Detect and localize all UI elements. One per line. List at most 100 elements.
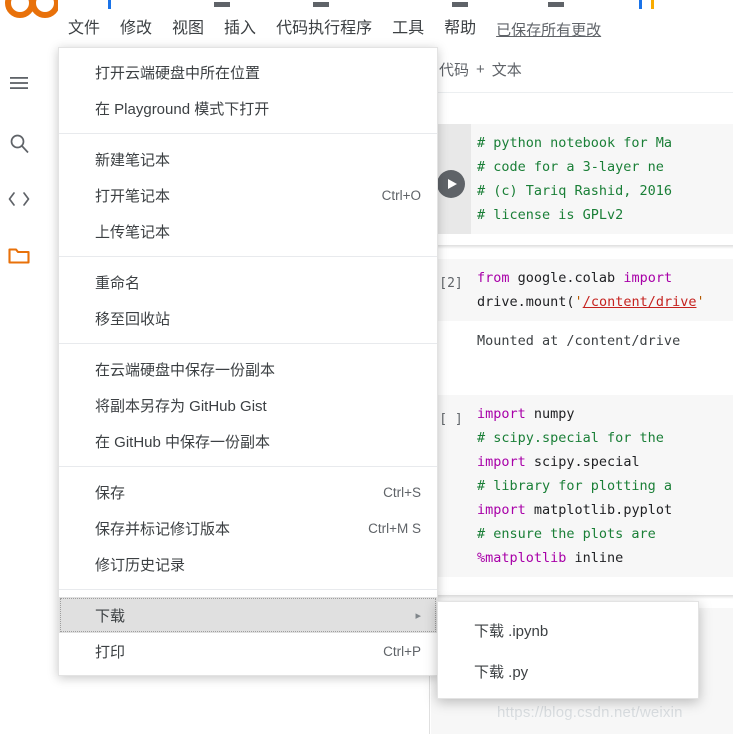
menu-item-label: 在云端硬盘中保存一份副本 xyxy=(95,361,276,379)
menu-help[interactable]: 帮助 xyxy=(434,14,486,44)
menu-item-accelerator: Ctrl+O xyxy=(381,187,421,203)
menu-divider xyxy=(59,589,437,590)
code-token: import xyxy=(477,406,526,422)
code-token: import xyxy=(477,502,526,518)
code-line: # (c) Tariq Rashid, 2016 xyxy=(477,183,673,199)
submenu-item-label: 下载 .py xyxy=(474,664,529,681)
code-token: google.colab xyxy=(509,270,624,286)
code-line: # license is GPLv2 xyxy=(477,207,624,223)
download-submenu: 下载 .ipynb 下载 .py xyxy=(437,601,699,699)
exec-count: [ ] xyxy=(439,412,463,427)
code-cell-1[interactable]: # python notebook for Ma # code for a 3-… xyxy=(431,124,733,234)
menu-item-label: 打开云端硬盘中所在位置 xyxy=(95,64,261,82)
menu-item-save-revision[interactable]: 保存并标记修订版本 Ctrl+M S xyxy=(59,510,437,546)
menu-item-label: 下载 xyxy=(95,607,126,625)
menu-file[interactable]: 文件 xyxy=(58,14,111,44)
code-line: # python notebook for Ma xyxy=(477,135,673,151)
menu-divider xyxy=(59,256,437,257)
menu-edit[interactable]: 修改 xyxy=(110,14,162,44)
code-token: # library for plotting a xyxy=(477,478,673,494)
submenu-arrow-icon: ▸ xyxy=(415,609,421,622)
menu-item-label: 上传笔记本 xyxy=(95,223,171,241)
menu-bar: 文件 修改 视图 插入 代码执行程序 工具 帮助 已保存所有更改 xyxy=(58,12,601,46)
menu-item-move-to-trash[interactable]: 移至回收站 xyxy=(59,300,437,336)
code-token: ' xyxy=(696,294,705,310)
menu-item-label: 在 GitHub 中保存一份副本 xyxy=(95,433,271,451)
code-line: # code for a 3-layer ne xyxy=(477,159,664,175)
menu-item-save-copy-drive[interactable]: 在云端硬盘中保存一份副本 xyxy=(59,351,437,387)
menu-item-label: 打印 xyxy=(95,643,126,661)
plus-icon: + xyxy=(476,61,485,78)
code-token: ' xyxy=(574,294,583,310)
menu-tools[interactable]: 工具 xyxy=(382,14,434,44)
menu-divider xyxy=(59,133,437,134)
menu-item-label: 保存 xyxy=(95,484,126,502)
cell-output: Mounted at /content/drive xyxy=(431,321,733,361)
code-token: drive.mount( xyxy=(477,294,575,310)
code-token: from xyxy=(477,270,510,286)
code-token: matplotlib.pyplot xyxy=(525,502,673,518)
menu-item-download[interactable]: 下载 ▸ xyxy=(59,597,437,633)
menu-item-save-copy-github[interactable]: 在 GitHub 中保存一份副本 xyxy=(59,423,437,459)
menu-item-label: 在 Playground 模式下打开 xyxy=(95,100,270,118)
code-token: numpy xyxy=(525,406,575,422)
submenu-item-label: 下载 .ipynb xyxy=(474,623,549,640)
menu-item-label: 打开笔记本 xyxy=(95,187,171,205)
menu-divider xyxy=(59,343,437,344)
toc-icon[interactable] xyxy=(2,66,36,100)
left-rail xyxy=(0,48,40,734)
menu-item-label: 修订历史记录 xyxy=(95,556,186,574)
colab-window: 文件 修改 视图 插入 代码执行程序 工具 帮助 已保存所有更改 文 ▶ ▶ xyxy=(0,0,733,734)
submenu-item-download-ipynb[interactable]: 下载 .ipynb xyxy=(438,610,698,651)
menu-item-accelerator: Ctrl+P xyxy=(383,643,421,659)
menu-item-label: 保存并标记修订版本 xyxy=(95,520,231,538)
code-link[interactable]: /content/drive xyxy=(583,294,697,310)
menu-view[interactable]: 视图 xyxy=(162,14,214,44)
cell-source[interactable]: import numpy # scipy.special for the imp… xyxy=(471,395,672,577)
menu-item-label: 新建笔记本 xyxy=(95,151,171,169)
menu-item-label: 移至回收站 xyxy=(95,310,171,328)
search-icon[interactable] xyxy=(2,126,36,160)
code-token: import xyxy=(623,270,673,286)
menu-item-upload-notebook[interactable]: 上传笔记本 xyxy=(59,213,437,249)
toolbar-divider xyxy=(431,92,733,93)
code-cell-2[interactable]: [2] from google.colab import drive.mount… xyxy=(431,259,733,361)
menu-divider xyxy=(59,466,437,467)
menu-item-open-notebook[interactable]: 打开笔记本 Ctrl+O xyxy=(59,177,437,213)
add-code-cell-button[interactable]: 代码 xyxy=(439,59,469,80)
code-cell-3[interactable]: [ ] import numpy # scipy.special for the… xyxy=(431,395,733,577)
code-token: # scipy.special for the xyxy=(477,430,664,446)
menu-item-revision-history[interactable]: 修订历史记录 xyxy=(59,546,437,582)
saved-status-label[interactable]: 已保存所有更改 xyxy=(496,19,601,40)
menu-item-open-playground[interactable]: 在 Playground 模式下打开 xyxy=(59,90,437,126)
menu-item-print[interactable]: 打印 Ctrl+P xyxy=(59,633,437,669)
menu-item-label: 重命名 xyxy=(95,274,141,292)
menu-item-rename[interactable]: 重命名 xyxy=(59,264,437,300)
code-token: scipy.special xyxy=(525,454,640,470)
submenu-item-download-py[interactable]: 下载 .py xyxy=(438,651,698,692)
menu-runtime[interactable]: 代码执行程序 xyxy=(266,14,382,44)
files-folder-icon[interactable] xyxy=(2,238,36,272)
menu-item-accelerator: Ctrl+S xyxy=(383,484,421,500)
code-token: # ensure the plots are xyxy=(477,526,656,542)
run-button-icon[interactable] xyxy=(437,170,465,198)
menu-insert[interactable]: 插入 xyxy=(214,14,266,44)
cell-source[interactable]: # python notebook for Ma # code for a 3-… xyxy=(471,124,672,234)
code-snippets-icon[interactable] xyxy=(2,182,36,216)
cell-shadow xyxy=(431,245,733,249)
cell-source[interactable]: from google.colab import drive.mount('/c… xyxy=(471,259,705,321)
code-token: inline xyxy=(566,550,624,566)
add-text-cell-button[interactable]: 文本 xyxy=(492,59,522,80)
menu-item-save-copy-gist[interactable]: 将副本另存为 GitHub Gist xyxy=(59,387,437,423)
menu-item-new-notebook[interactable]: 新建笔记本 xyxy=(59,141,437,177)
menu-item-locate-in-drive[interactable]: 打开云端硬盘中所在位置 xyxy=(59,54,437,90)
menu-item-label: 将副本另存为 GitHub Gist xyxy=(95,397,267,415)
menu-item-save[interactable]: 保存 Ctrl+S xyxy=(59,474,437,510)
code-token: %matplotlib xyxy=(477,550,567,566)
file-menu-dropdown: 打开云端硬盘中所在位置 在 Playground 模式下打开 新建笔记本 打开笔… xyxy=(58,47,438,676)
exec-count: [2] xyxy=(439,276,463,291)
colab-logo-icon[interactable] xyxy=(4,0,60,30)
notebook-toolbar: 代码 + 文本 xyxy=(431,48,733,91)
code-token: import xyxy=(477,454,526,470)
watermark-text: https://blog.csdn.net/weixin xyxy=(497,704,683,721)
